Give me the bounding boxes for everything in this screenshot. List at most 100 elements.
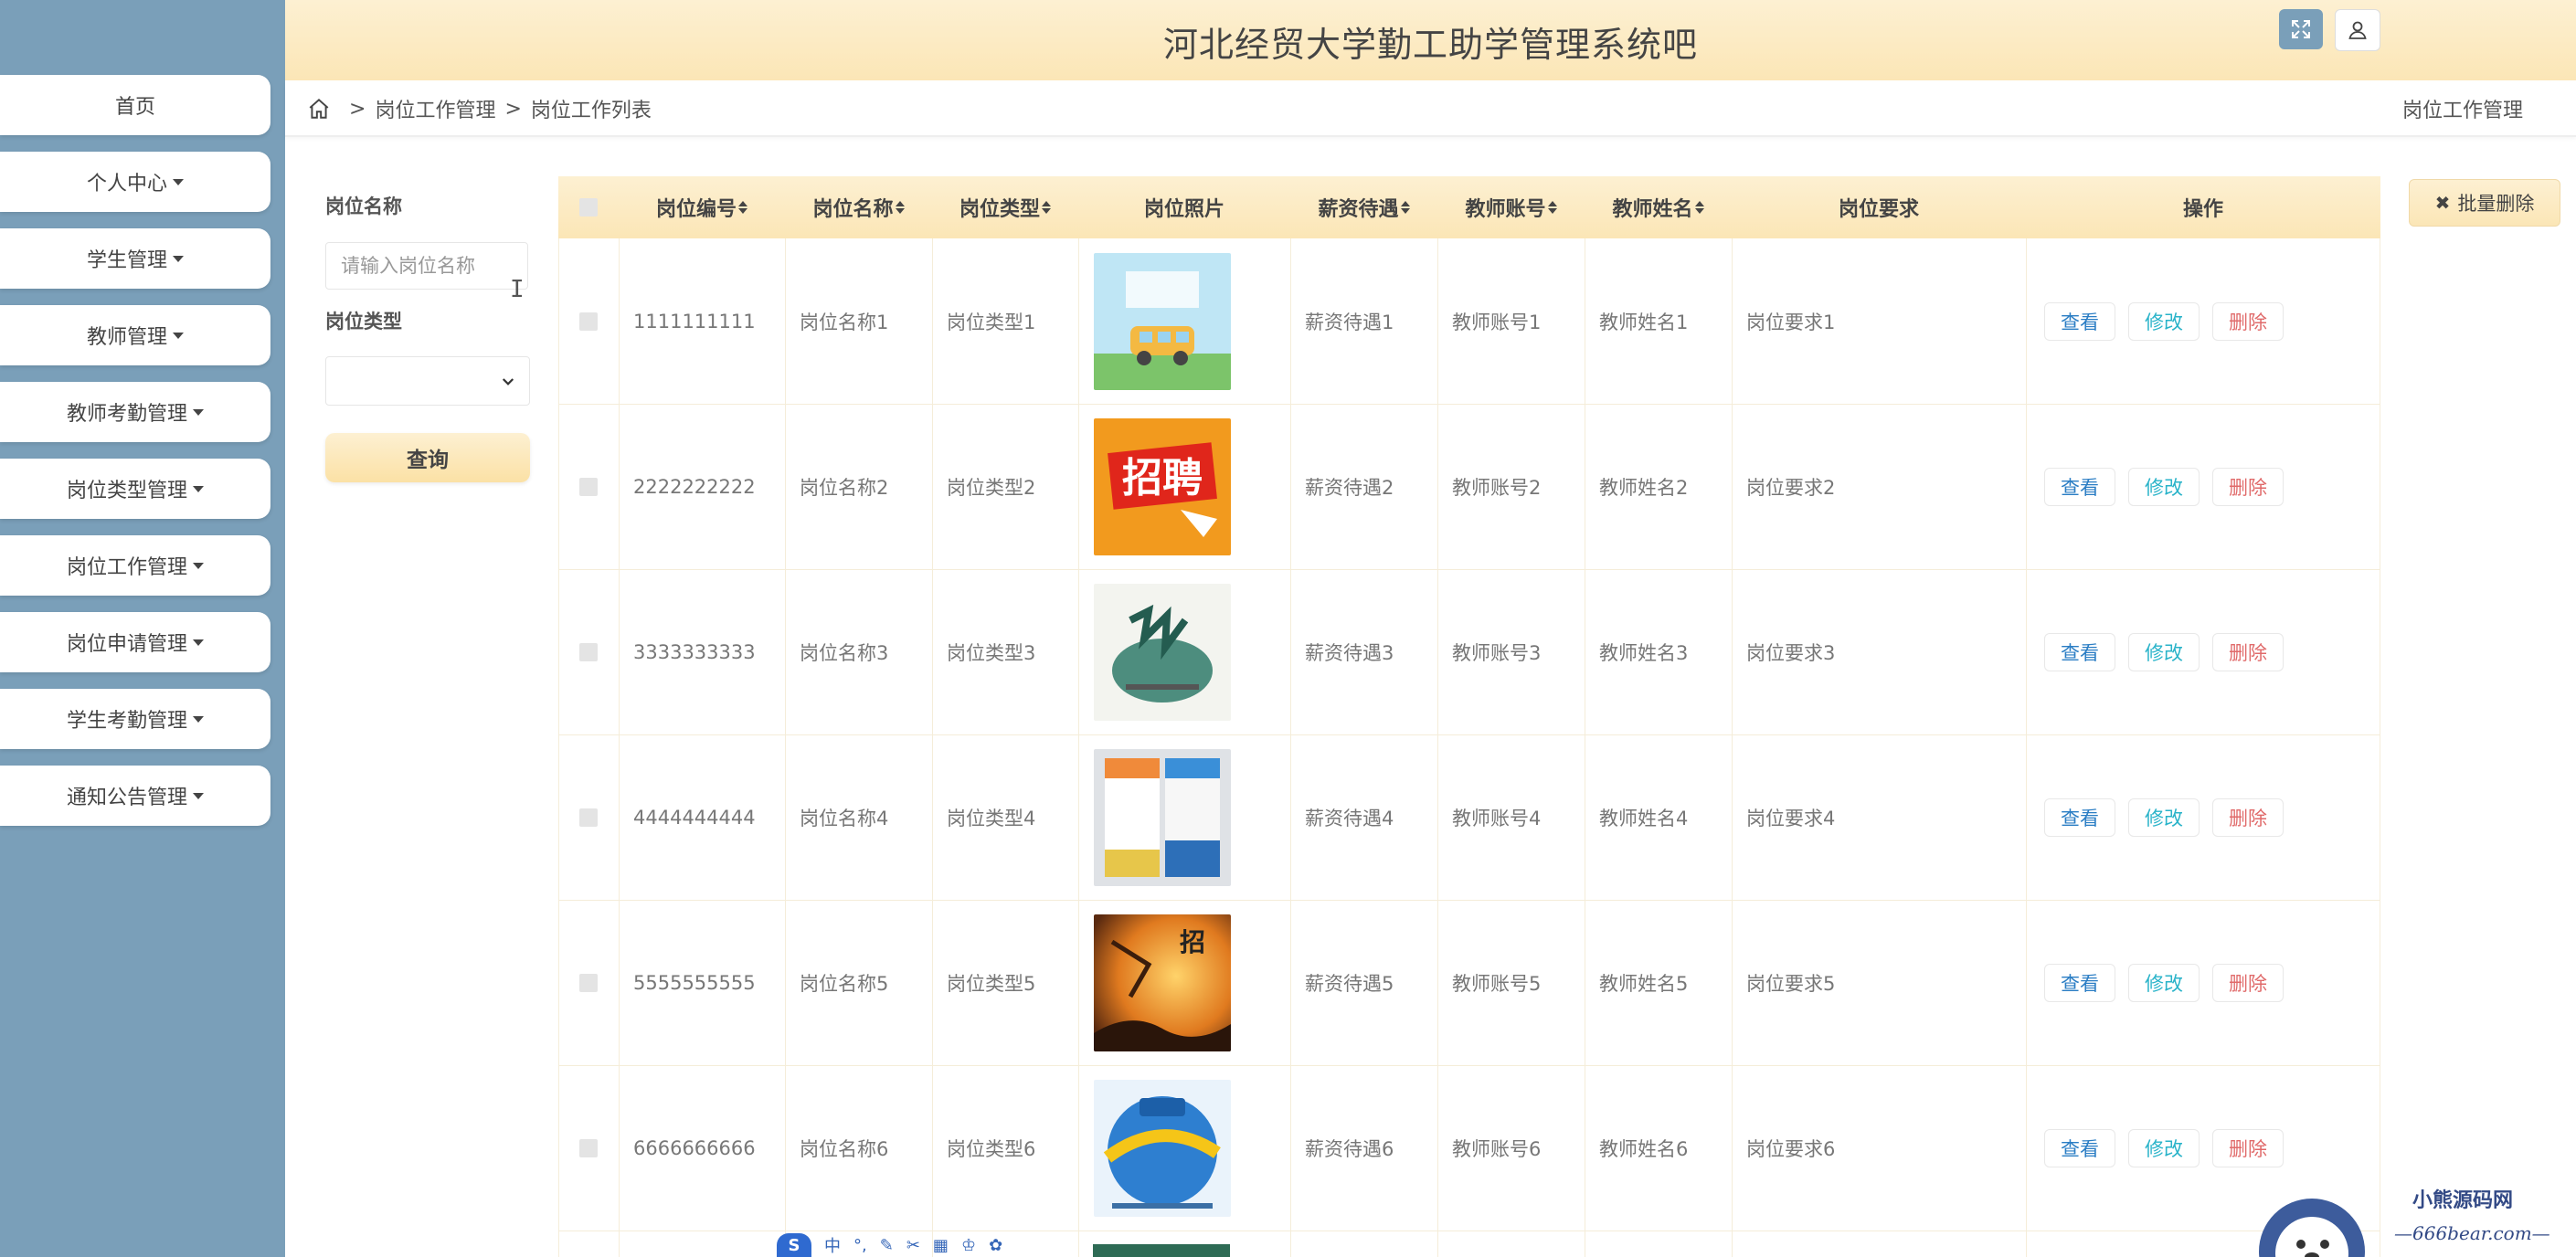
cell-name: 岗位名称5 xyxy=(800,972,889,995)
row-checkbox[interactable] xyxy=(579,1138,598,1157)
ime-tools-icon[interactable]: ✂ xyxy=(906,1236,920,1255)
view-button[interactable]: 查看 xyxy=(2044,798,2115,837)
ime-settings-icon[interactable]: ✿ xyxy=(989,1236,1002,1255)
sidebar-item-profile[interactable]: 个人中心 xyxy=(0,152,270,212)
sidebar-item-label: 岗位工作管理 xyxy=(66,556,187,579)
sort-icon xyxy=(1042,201,1051,214)
ime-keyboard-icon[interactable]: ▦ xyxy=(933,1236,949,1255)
cell-name: 岗位名称2 xyxy=(800,476,889,499)
sidebar-item-job-types[interactable]: 岗位类型管理 xyxy=(0,459,270,519)
home-icon[interactable] xyxy=(307,97,331,121)
view-button[interactable]: 查看 xyxy=(2044,963,2115,1002)
delete-button[interactable]: 删除 xyxy=(2212,467,2284,506)
select-all-cell xyxy=(558,176,619,238)
caret-down-icon xyxy=(173,332,184,339)
ime-logo-icon[interactable]: S xyxy=(777,1233,811,1257)
job-type-select[interactable] xyxy=(325,356,530,406)
cell-type: 岗位类型4 xyxy=(947,807,1036,829)
row-checkbox[interactable] xyxy=(579,642,598,661)
sort-icon xyxy=(895,201,905,214)
edit-button[interactable]: 修改 xyxy=(2128,632,2200,671)
chevron-down-icon xyxy=(502,378,514,386)
row-checkbox[interactable] xyxy=(579,973,598,992)
row-checkbox[interactable] xyxy=(579,312,598,331)
sidebar-item-home[interactable]: 首页 xyxy=(0,75,270,135)
caret-down-icon xyxy=(193,485,204,492)
cell-type: 岗位类型1 xyxy=(947,311,1036,333)
job-name-label: 岗位名称 xyxy=(325,195,402,217)
cell-requirement: 岗位要求3 xyxy=(1746,641,1836,664)
edit-button[interactable]: 修改 xyxy=(2128,1128,2200,1167)
caret-down-icon xyxy=(173,255,184,262)
ime-punctuation-icon[interactable]: °, xyxy=(853,1236,867,1255)
edit-button[interactable]: 修改 xyxy=(2128,963,2200,1002)
caret-down-icon xyxy=(173,178,184,185)
row-checkbox[interactable] xyxy=(579,808,598,827)
sidebar-item-label: 岗位申请管理 xyxy=(66,633,187,656)
cell-code: 6666666666 xyxy=(633,1136,756,1159)
job-photo: 招 xyxy=(1094,914,1231,1051)
cell-code: 5555555555 xyxy=(633,971,756,994)
cell-requirement: 岗位要求2 xyxy=(1746,476,1836,499)
sidebar-item-job-work[interactable]: 岗位工作管理 xyxy=(0,535,270,596)
view-button[interactable]: 查看 xyxy=(2044,301,2115,341)
sidebar-item-label: 教师考勤管理 xyxy=(66,403,187,426)
cell-requirement: 岗位要求4 xyxy=(1746,807,1836,829)
col-account[interactable]: 教师账号 xyxy=(1437,176,1585,238)
photo-text: 招 xyxy=(1180,927,1205,957)
batch-delete-button[interactable]: ✖ 批量删除 xyxy=(2409,179,2560,227)
user-button[interactable] xyxy=(2335,9,2380,51)
cell-type: 岗位类型5 xyxy=(947,972,1036,995)
col-teacher[interactable]: 教师姓名 xyxy=(1585,176,1732,238)
sidebar-item-teacher-attendance[interactable]: 教师考勤管理 xyxy=(0,382,270,442)
cell-type: 岗位类型2 xyxy=(947,476,1036,499)
col-type[interactable]: 岗位类型 xyxy=(932,176,1078,238)
sort-icon xyxy=(1694,201,1704,214)
sidebar-item-job-applications[interactable]: 岗位申请管理 xyxy=(0,612,270,672)
delete-button[interactable]: 删除 xyxy=(2212,632,2284,671)
view-button[interactable]: 查看 xyxy=(2044,467,2115,506)
cell-teacher: 教师姓名4 xyxy=(1599,807,1689,829)
sidebar-item-students[interactable]: 学生管理 xyxy=(0,228,270,289)
fullscreen-button[interactable] xyxy=(2279,9,2323,49)
sidebar-item-student-attendance[interactable]: 学生考勤管理 xyxy=(0,689,270,749)
query-button[interactable]: 查询 xyxy=(325,433,530,482)
cell-account: 教师账号4 xyxy=(1452,807,1542,829)
breadcrumb-level1[interactable]: 岗位工作管理 xyxy=(375,94,495,123)
col-name[interactable]: 岗位名称 xyxy=(785,176,932,238)
cell-salary: 薪资待遇1 xyxy=(1305,311,1394,333)
view-button[interactable]: 查看 xyxy=(2044,632,2115,671)
table-header: 岗位编号 岗位名称 岗位类型 岗位照片 薪资待遇 教师账号 教师姓名 岗位要求 … xyxy=(558,176,2380,238)
text-cursor-icon: I xyxy=(510,276,525,303)
user-icon xyxy=(2348,21,2367,39)
col-salary[interactable]: 薪资待遇 xyxy=(1290,176,1437,238)
select-all-checkbox[interactable] xyxy=(579,198,598,217)
edit-button[interactable]: 修改 xyxy=(2128,798,2200,837)
delete-button[interactable]: 删除 xyxy=(2212,798,2284,837)
row-checkbox[interactable] xyxy=(579,477,598,496)
ime-lang-toggle[interactable]: 中 xyxy=(824,1233,841,1257)
delete-button[interactable]: 删除 xyxy=(2212,1128,2284,1167)
ime-handwriting-icon[interactable]: ✎ xyxy=(880,1236,894,1255)
cell-code: 4444444444 xyxy=(633,806,756,829)
sort-icon xyxy=(1547,201,1557,214)
edit-button[interactable]: 修改 xyxy=(2128,301,2200,341)
breadcrumb-current: 岗位工作管理 xyxy=(2401,100,2523,122)
caret-down-icon xyxy=(193,408,204,416)
delete-button[interactable]: 删除 xyxy=(2212,301,2284,341)
ime-skin-icon[interactable]: ♔ xyxy=(961,1236,976,1255)
sidebar-item-teachers[interactable]: 教师管理 xyxy=(0,305,270,365)
col-code[interactable]: 岗位编号 xyxy=(619,176,785,238)
cell-salary: 薪资待遇2 xyxy=(1305,476,1394,499)
job-photo xyxy=(1094,1079,1231,1217)
cell-type: 岗位类型3 xyxy=(947,641,1036,664)
sidebar-item-notices[interactable]: 通知公告管理 xyxy=(0,766,270,826)
cell-name: 岗位名称3 xyxy=(800,641,889,664)
delete-button[interactable]: 删除 xyxy=(2212,963,2284,1002)
batch-delete-label: 批量删除 xyxy=(2457,193,2535,215)
view-button[interactable]: 查看 xyxy=(2044,1128,2115,1167)
job-name-input[interactable] xyxy=(325,242,528,290)
edit-button[interactable]: 修改 xyxy=(2128,467,2200,506)
job-photo xyxy=(1094,748,1231,886)
cell-name: 岗位名称4 xyxy=(800,807,889,829)
